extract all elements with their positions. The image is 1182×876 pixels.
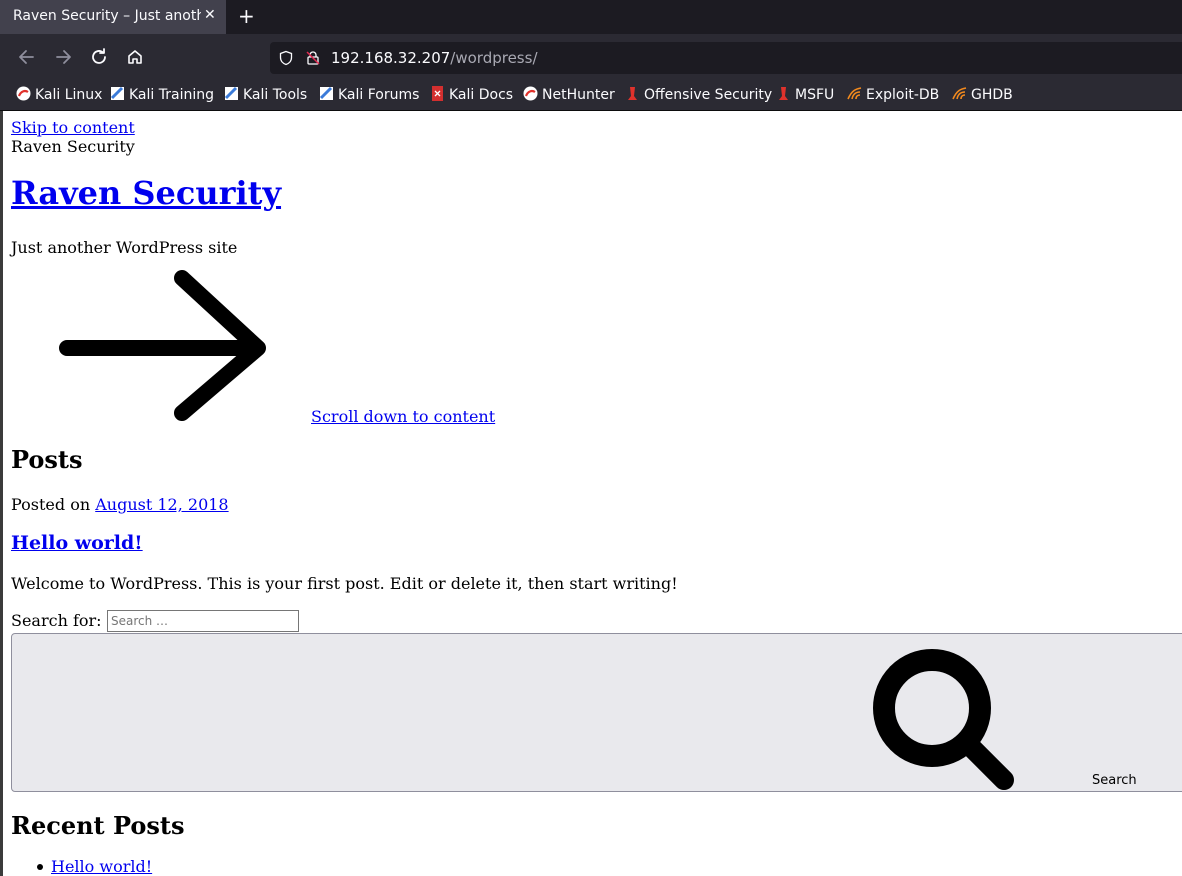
- bookmark-msfu[interactable]: MSFU: [776, 85, 834, 105]
- site-tagline: Just another WordPress site: [11, 238, 238, 257]
- site-title: Raven Security: [11, 174, 281, 212]
- insecure-lock-icon[interactable]: [304, 49, 322, 71]
- forward-icon[interactable]: [49, 43, 77, 71]
- recent-posts-list: Hello world!: [36, 857, 152, 876]
- site-name: Raven Security: [11, 137, 135, 156]
- kali-dragon-icon: [16, 86, 31, 101]
- bookmark-label: GHDB: [971, 87, 1013, 103]
- bookmark-label: Kali Training: [129, 87, 214, 103]
- bookmark-label: Exploit-DB: [866, 87, 940, 103]
- url-path: /wordpress/: [450, 49, 538, 67]
- post-meta: Posted on August 12, 2018: [11, 495, 229, 514]
- bookmark-kali-training[interactable]: Kali Training: [110, 85, 214, 105]
- back-icon[interactable]: [13, 43, 41, 71]
- tab-close-icon[interactable]: ✕: [204, 7, 216, 23]
- skip-to-content-link[interactable]: Skip to content: [11, 118, 135, 137]
- nethunter-icon: [523, 86, 538, 101]
- page-viewport: Skip to content Raven Security Raven Sec…: [0, 111, 1182, 876]
- post-date-link[interactable]: August 12, 2018: [95, 495, 228, 514]
- offsec-icon: [628, 87, 637, 100]
- search-button-label: Search: [1092, 773, 1137, 788]
- kali-forums-icon: [319, 86, 333, 100]
- tab-strip: Raven Security – Just another WordPress …: [0, 0, 1182, 34]
- bookmark-label: Offensive Security: [644, 87, 773, 103]
- search-input[interactable]: [107, 610, 299, 632]
- url-bar[interactable]: 192.168.32.207/wordpress/: [270, 42, 1182, 74]
- kali-training-icon: [110, 86, 124, 100]
- ghdb-icon: [952, 87, 967, 100]
- bookmark-exploit-db[interactable]: Exploit-DB: [847, 85, 939, 105]
- post-title-link[interactable]: Hello world!: [11, 532, 143, 554]
- bookmark-offensive-security[interactable]: Offensive Security: [625, 85, 772, 105]
- bookmark-kali-forums[interactable]: Kali Forums: [319, 85, 419, 105]
- scroll-down-link[interactable]: Scroll down to content: [311, 407, 495, 426]
- post-title: Hello world!: [11, 532, 143, 554]
- bookmark-label: NetHunter: [542, 87, 615, 103]
- new-tab-button[interactable]: +: [238, 4, 255, 28]
- navigation-toolbar: 192.168.32.207/wordpress/: [0, 34, 1182, 80]
- bookmark-nethunter[interactable]: NetHunter: [523, 85, 615, 105]
- bookmarks-toolbar: Kali Linux Kali Training Kali Tools Kali…: [0, 80, 1182, 111]
- kali-docs-icon: [432, 86, 443, 101]
- bookmark-label: Kali Forums: [338, 87, 420, 103]
- list-item: Hello world!: [36, 857, 152, 876]
- msfu-icon: [779, 87, 788, 100]
- url-host: 192.168.32.207: [331, 49, 451, 67]
- exploit-db-icon: [847, 87, 862, 100]
- arrow-right-icon: [59, 270, 266, 421]
- bookmark-kali-linux[interactable]: Kali Linux: [16, 85, 102, 105]
- search-icon: [873, 649, 1014, 790]
- bookmark-label: Kali Docs: [449, 87, 514, 103]
- recent-post-link[interactable]: Hello world!: [51, 857, 152, 876]
- search-button[interactable]: Search: [11, 633, 1182, 792]
- home-icon[interactable]: [121, 43, 149, 71]
- bookmark-ghdb[interactable]: GHDB: [952, 85, 1013, 105]
- bookmark-label: Kali Linux: [35, 87, 103, 103]
- bookmark-label: Kali Tools: [243, 87, 308, 103]
- tab-active[interactable]: Raven Security – Just another WordPress …: [0, 0, 226, 34]
- search-label: Search for:: [11, 611, 102, 630]
- tracking-shield-icon[interactable]: [278, 50, 294, 70]
- url-text[interactable]: 192.168.32.207/wordpress/: [331, 49, 538, 67]
- kali-tools-icon: [224, 86, 238, 100]
- posted-on-label: Posted on: [11, 495, 91, 514]
- posts-heading: Posts: [11, 445, 83, 474]
- reload-icon[interactable]: [85, 43, 113, 71]
- post-excerpt: Welcome to WordPress. This is your first…: [11, 574, 678, 593]
- bookmark-kali-tools[interactable]: Kali Tools: [224, 85, 307, 105]
- recent-posts-heading: Recent Posts: [11, 811, 185, 840]
- tab-title: Raven Security – Just another WordPress …: [13, 8, 201, 24]
- bookmark-label: MSFU: [795, 87, 835, 103]
- bookmark-kali-docs[interactable]: Kali Docs: [430, 85, 513, 105]
- site-title-link[interactable]: Raven Security: [11, 174, 281, 212]
